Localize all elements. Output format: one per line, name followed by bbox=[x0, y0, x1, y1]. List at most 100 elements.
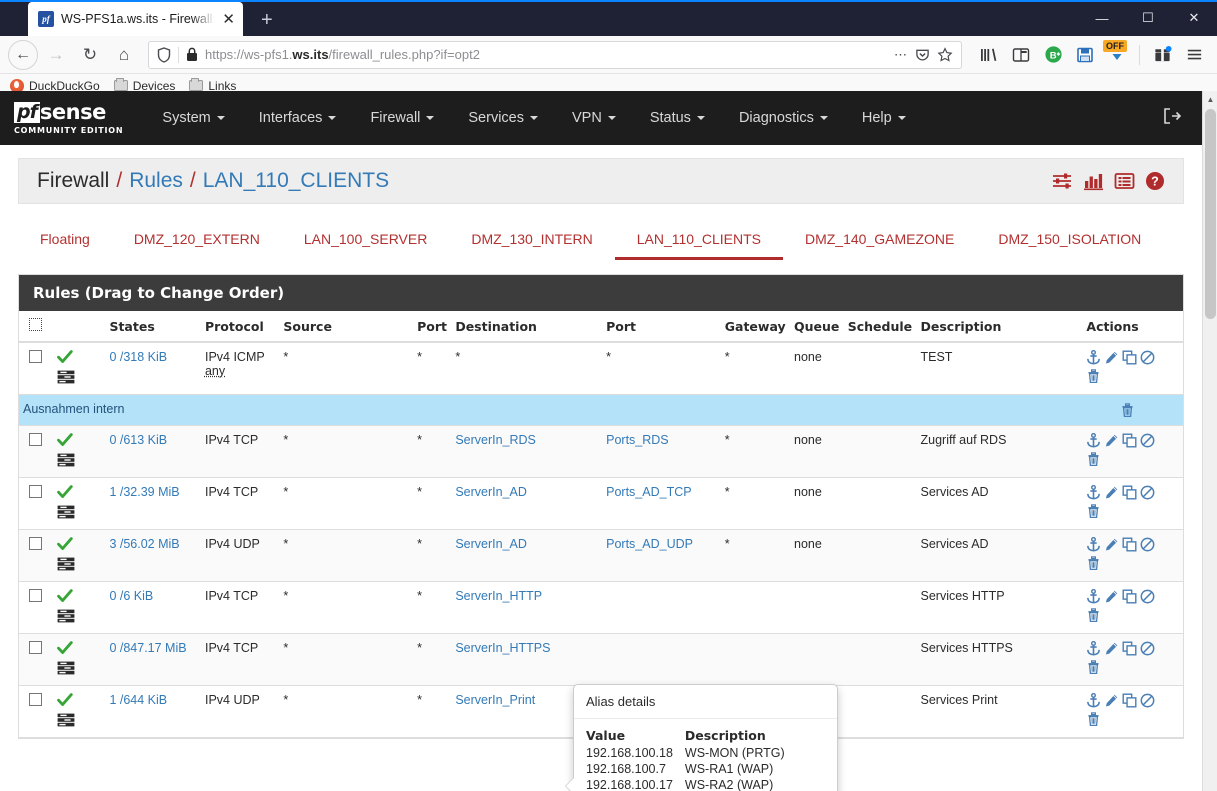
disable-icon[interactable] bbox=[1140, 641, 1155, 656]
new-tab-button[interactable]: + bbox=[261, 10, 273, 30]
anchor-icon[interactable] bbox=[1086, 485, 1101, 500]
breadcrumb-link-rules[interactable]: Rules bbox=[129, 169, 183, 193]
menu-item-status[interactable]: Status bbox=[633, 102, 722, 134]
row-checkbox[interactable] bbox=[29, 350, 42, 363]
states-cell[interactable]: 0 /847.17 MiB bbox=[105, 633, 201, 686]
bitwarden-icon[interactable]: B bbox=[1038, 40, 1068, 70]
address-bar[interactable]: https://ws-pfs1.ws.its/firewall_rules.ph… bbox=[148, 40, 962, 69]
edit-pencil-icon[interactable] bbox=[1104, 589, 1119, 604]
library-icon[interactable] bbox=[974, 40, 1004, 70]
rule-row[interactable]: 1 /32.39 MiB IPv4 TCP * * ServerIn_AD Ports_A… bbox=[19, 477, 1183, 530]
anchor-icon[interactable] bbox=[1086, 641, 1101, 656]
menu-item-vpn[interactable]: VPN bbox=[555, 102, 633, 134]
dest-port-alias-link[interactable]: Ports_RDS bbox=[606, 433, 669, 447]
tab-dmz-140-gamezone[interactable]: DMZ_140_GAMEZONE bbox=[783, 223, 976, 260]
tab-floating[interactable]: Floating bbox=[18, 223, 112, 260]
rule-row[interactable]: 0 /318 KiB IPv4 ICMP any * * * * * none TEST bbox=[19, 342, 1183, 395]
lock-icon[interactable] bbox=[186, 47, 198, 62]
destination-alias-link[interactable]: ServerIn_AD bbox=[455, 485, 527, 499]
anchor-icon[interactable] bbox=[1086, 433, 1101, 448]
delete-trash-icon[interactable] bbox=[1086, 711, 1101, 727]
delete-trash-icon[interactable] bbox=[1086, 451, 1101, 467]
advanced-options-icon[interactable] bbox=[57, 661, 75, 675]
page-actions-menu-icon[interactable]: ⋯ bbox=[894, 47, 908, 63]
advanced-indicator[interactable] bbox=[57, 557, 101, 574]
advanced-options-icon[interactable] bbox=[57, 713, 75, 727]
edit-pencil-icon[interactable] bbox=[1104, 485, 1119, 500]
rule-row[interactable]: 3 /56.02 MiB IPv4 UDP * * ServerIn_AD Ports_A… bbox=[19, 529, 1183, 582]
anchor-icon[interactable] bbox=[1086, 693, 1101, 708]
anchor-icon[interactable] bbox=[1086, 350, 1101, 365]
tab-lan-100-server[interactable]: LAN_100_SERVER bbox=[282, 223, 449, 260]
rule-separator-row[interactable]: Ausnahmen intern bbox=[19, 394, 1183, 426]
destination-alias-link[interactable]: ServerIn_HTTPS bbox=[455, 641, 550, 655]
delete-trash-icon[interactable] bbox=[1086, 607, 1101, 623]
tab-dmz-130-intern[interactable]: DMZ_130_INTERN bbox=[449, 223, 614, 260]
close-window-button[interactable]: ✕ bbox=[1171, 0, 1217, 36]
disable-icon[interactable] bbox=[1140, 350, 1155, 365]
hamburger-menu-icon[interactable] bbox=[1179, 40, 1209, 70]
browser-tab[interactable]: pf WS-PFS1a.ws.its - Firewall: Rule ✕ bbox=[28, 2, 243, 36]
delete-trash-icon[interactable] bbox=[1086, 659, 1101, 675]
copy-icon[interactable] bbox=[1122, 433, 1137, 448]
row-checkbox[interactable] bbox=[29, 485, 42, 498]
delete-trash-icon[interactable] bbox=[1086, 368, 1101, 384]
ublock-off-icon[interactable]: OFF bbox=[1102, 39, 1132, 70]
help-circle-icon[interactable]: ? bbox=[1145, 171, 1165, 191]
edit-pencil-icon[interactable] bbox=[1104, 693, 1119, 708]
menu-item-diagnostics[interactable]: Diagnostics bbox=[722, 102, 845, 134]
states-cell[interactable]: 3 /56.02 MiB bbox=[105, 529, 201, 582]
advanced-options-icon[interactable] bbox=[57, 453, 75, 467]
dest-port-alias-link[interactable]: Ports_AD_TCP bbox=[606, 485, 691, 499]
bar-chart-icon[interactable] bbox=[1083, 172, 1104, 191]
dest-port-alias-link[interactable]: Ports_AD_UDP bbox=[606, 537, 693, 551]
menu-item-services[interactable]: Services bbox=[451, 102, 555, 134]
home-button[interactable]: ⌂ bbox=[108, 39, 140, 71]
edit-pencil-icon[interactable] bbox=[1104, 350, 1119, 365]
destination-alias-link[interactable]: ServerIn_AD bbox=[455, 537, 527, 551]
close-tab-icon[interactable]: ✕ bbox=[222, 12, 235, 27]
advanced-indicator[interactable] bbox=[57, 661, 101, 678]
extensions-icon[interactable] bbox=[1147, 40, 1177, 70]
maximize-window-button[interactable]: ☐ bbox=[1125, 0, 1171, 36]
tab-dmz-120-extern[interactable]: DMZ_120_EXTERN bbox=[112, 223, 282, 260]
reload-button[interactable]: ↻ bbox=[74, 39, 106, 71]
delete-trash-icon[interactable] bbox=[1120, 402, 1135, 418]
tab-lan-110-clients[interactable]: LAN_110_CLIENTS bbox=[614, 223, 783, 260]
edit-pencil-icon[interactable] bbox=[1104, 641, 1119, 656]
row-checkbox[interactable] bbox=[29, 537, 42, 550]
delete-trash-icon[interactable] bbox=[1086, 555, 1101, 571]
states-cell[interactable]: 1 /644 KiB bbox=[105, 685, 201, 738]
copy-icon[interactable] bbox=[1122, 485, 1137, 500]
reader-view-icon[interactable] bbox=[1006, 40, 1036, 70]
log-list-icon[interactable] bbox=[1114, 172, 1135, 190]
advanced-options-icon[interactable] bbox=[57, 370, 75, 384]
advanced-indicator[interactable] bbox=[57, 609, 101, 626]
copy-icon[interactable] bbox=[1122, 589, 1137, 604]
bookmark-star-icon[interactable] bbox=[937, 46, 953, 63]
row-checkbox[interactable] bbox=[29, 589, 42, 602]
protocol-subtype[interactable]: any bbox=[205, 364, 275, 378]
page-scrollbar[interactable]: ▲ bbox=[1202, 91, 1217, 791]
back-button[interactable]: ← bbox=[8, 39, 38, 70]
rule-row[interactable]: 0 /613 KiB IPv4 TCP * * ServerIn_RDS Ports_RD… bbox=[19, 425, 1183, 478]
row-checkbox[interactable] bbox=[29, 641, 42, 654]
destination-alias-link[interactable]: ServerIn_RDS bbox=[455, 433, 536, 447]
states-cell[interactable]: 0 /318 KiB bbox=[105, 342, 201, 395]
states-cell[interactable]: 0 /613 KiB bbox=[105, 425, 201, 478]
scroll-up-arrow[interactable]: ▲ bbox=[1203, 91, 1217, 107]
menu-item-interfaces[interactable]: Interfaces bbox=[242, 102, 354, 134]
rule-row[interactable]: 0 /847.17 MiB IPv4 TCP * * ServerIn_HTTPS Ser… bbox=[19, 633, 1183, 686]
edit-pencil-icon[interactable] bbox=[1104, 537, 1119, 552]
menu-item-system[interactable]: System bbox=[145, 102, 241, 134]
edit-pencil-icon[interactable] bbox=[1104, 433, 1119, 448]
advanced-indicator[interactable] bbox=[57, 505, 101, 522]
copy-icon[interactable] bbox=[1122, 350, 1137, 365]
pocket-icon[interactable] bbox=[915, 47, 930, 62]
url-text[interactable]: https://ws-pfs1.ws.its/firewall_rules.ph… bbox=[205, 47, 887, 62]
delete-trash-icon[interactable] bbox=[1086, 503, 1101, 519]
select-all-checkbox[interactable] bbox=[29, 318, 42, 331]
advanced-indicator[interactable] bbox=[57, 453, 101, 470]
tab-dmz-150-isolation[interactable]: DMZ_150_ISOLATION bbox=[976, 223, 1163, 260]
advanced-options-icon[interactable] bbox=[57, 505, 75, 519]
